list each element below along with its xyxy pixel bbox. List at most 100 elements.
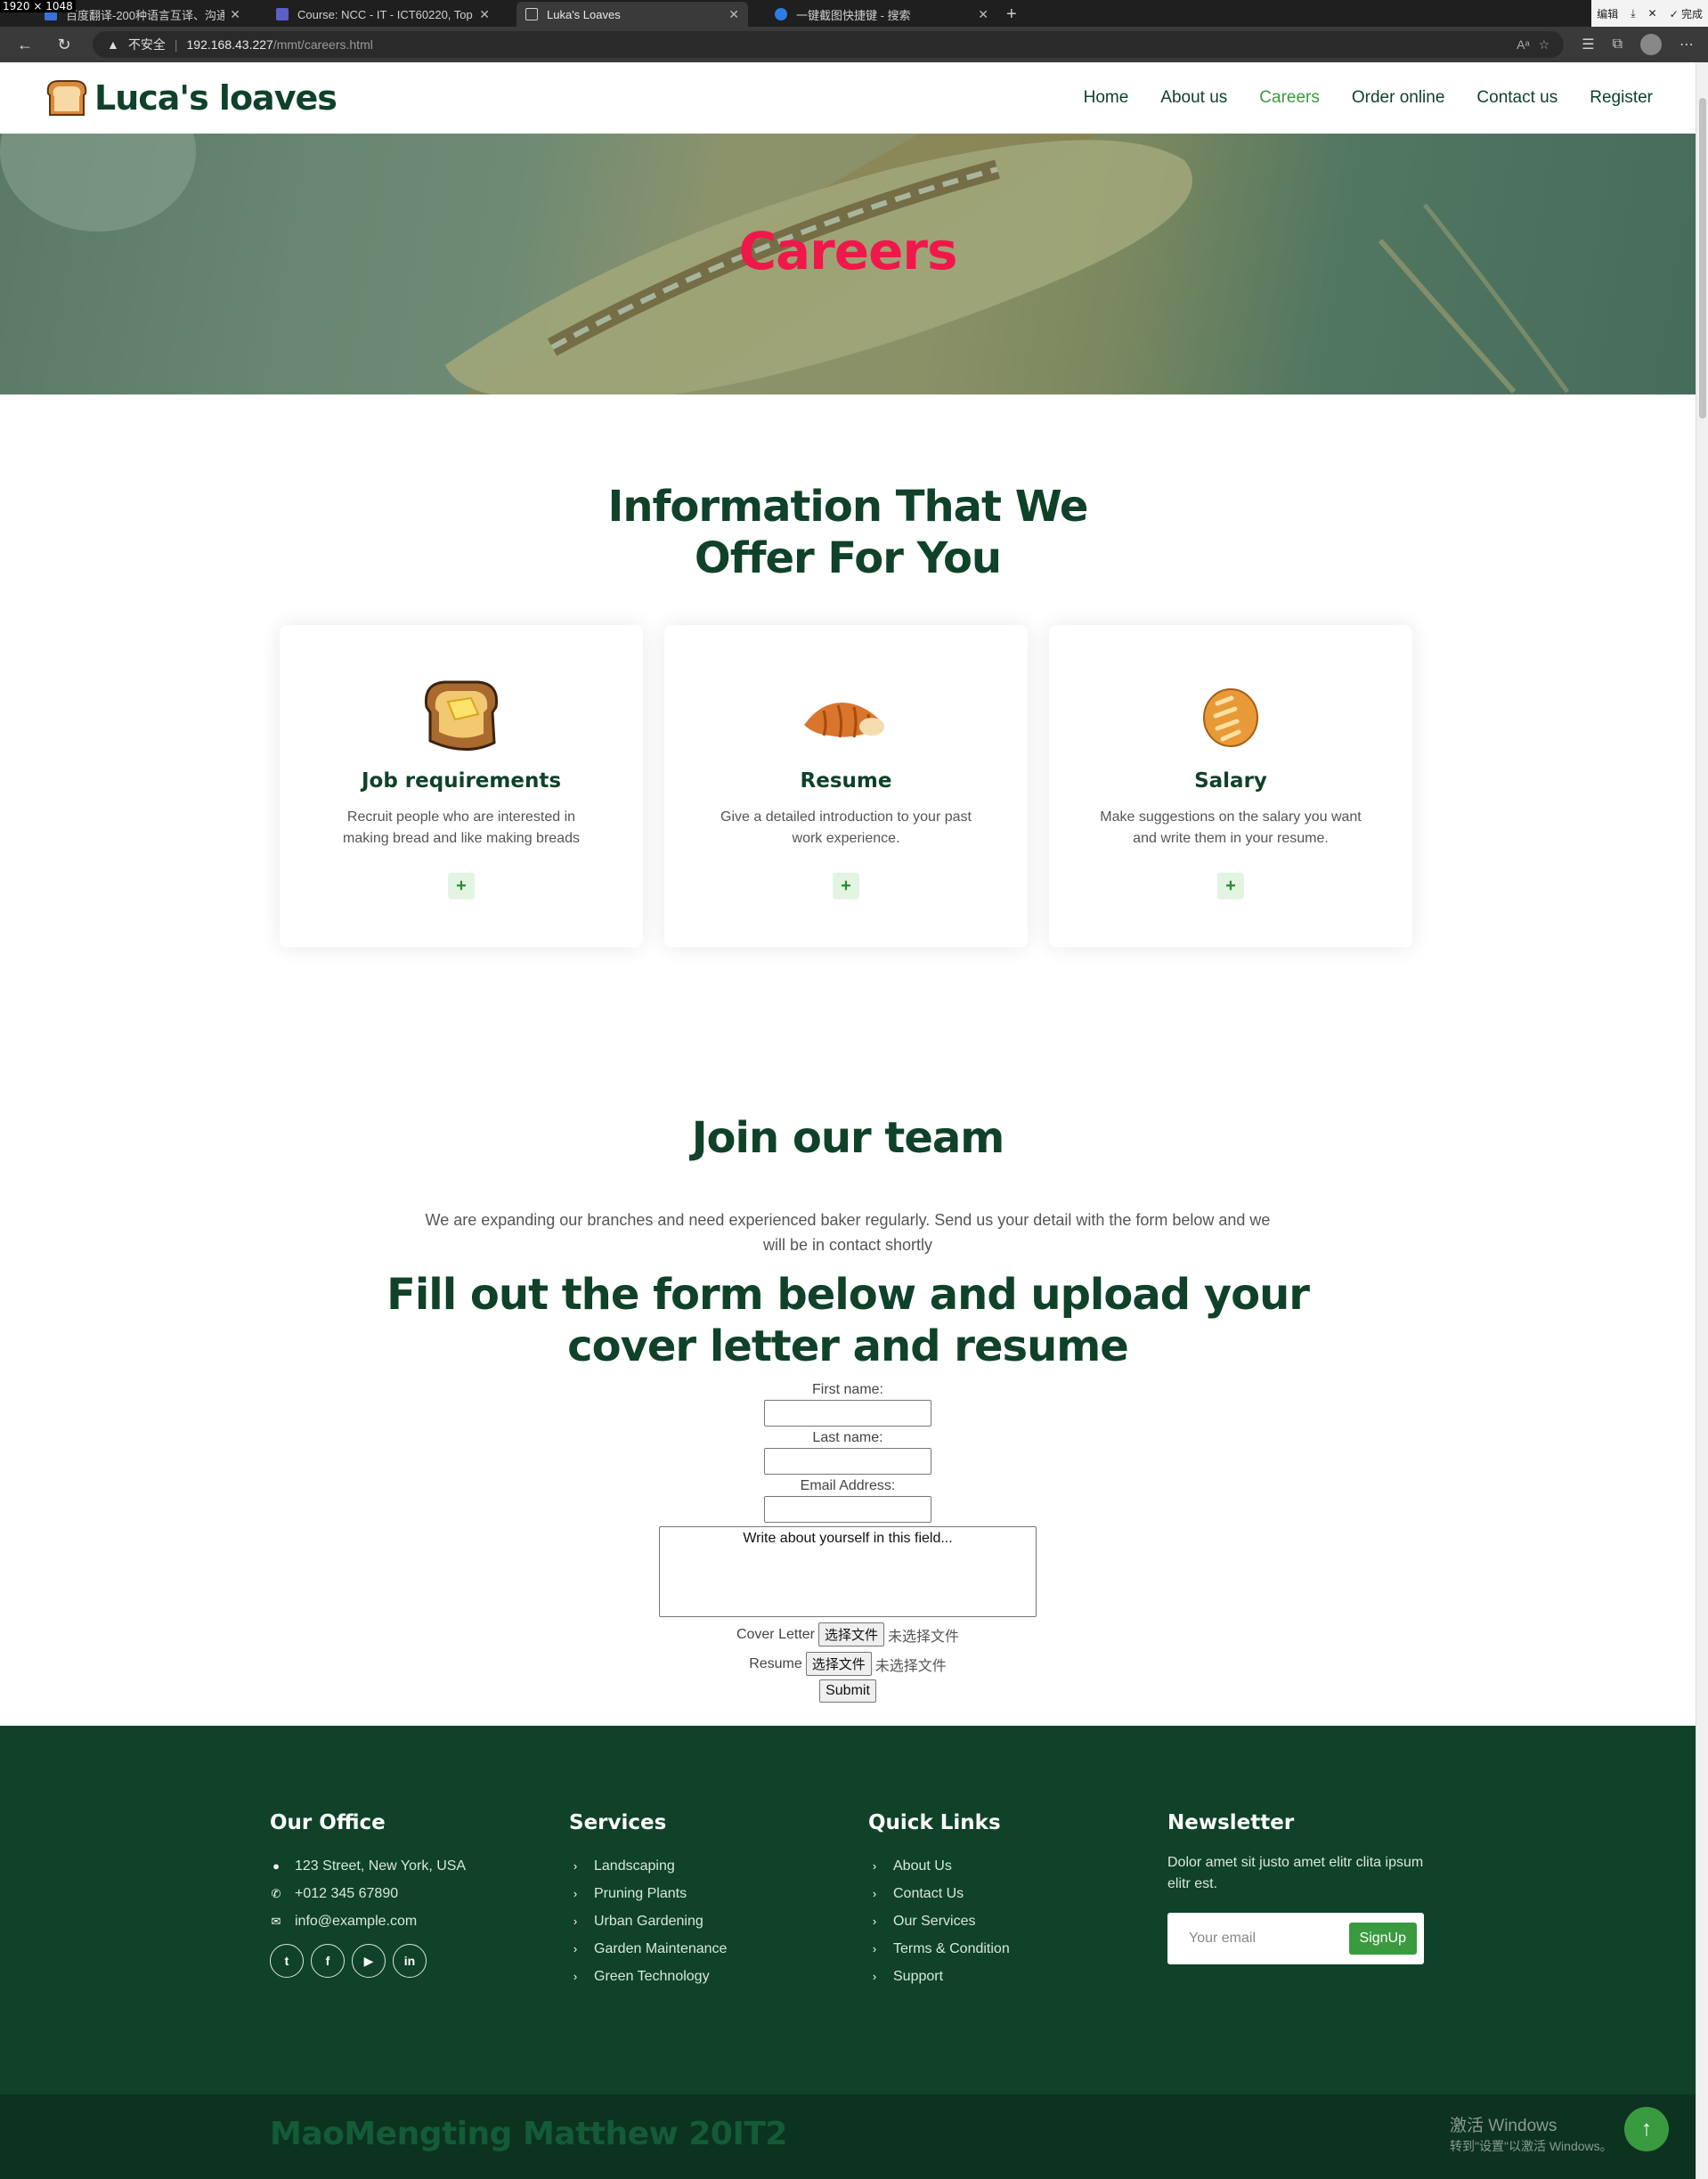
offer-heading-line-2: Offer For You <box>694 533 1002 583</box>
close-tab-icon[interactable]: ✕ <box>230 7 240 22</box>
profile-avatar-icon[interactable] <box>1640 34 1662 55</box>
reload-icon[interactable]: ↻ <box>53 36 75 54</box>
nav-register[interactable]: Register <box>1590 88 1653 108</box>
scrollbar-thumb[interactable] <box>1699 98 1706 419</box>
nav-about-us[interactable]: About us <box>1160 88 1227 108</box>
tab-title: Course: NCC - IT - ICT60220, Top <box>297 7 473 21</box>
nav-careers[interactable]: Careers <box>1259 88 1320 108</box>
expand-plus-button[interactable]: + <box>448 873 475 899</box>
new-tab-icon[interactable]: + <box>1006 2 1017 27</box>
resume-file-status: 未选择文件 <box>874 1658 947 1674</box>
nav-order-online[interactable]: Order online <box>1352 88 1445 108</box>
cover-letter-choose-file-button[interactable]: 选择文件 <box>818 1622 885 1646</box>
join-heading: Join our team <box>691 1113 1005 1163</box>
offer-heading: Information That We Offer For You <box>0 481 1696 584</box>
edit-button[interactable]: 编辑 <box>1597 6 1618 21</box>
collections-icon[interactable]: ⧉ <box>1613 37 1623 53</box>
phone-icon: ✆ <box>271 1887 281 1900</box>
back-icon[interactable]: ← <box>14 36 36 54</box>
nav-home[interactable]: Home <box>1084 88 1129 108</box>
favorites-icon[interactable]: ☰ <box>1582 36 1594 53</box>
facebook-icon[interactable]: f <box>311 1944 345 1978</box>
site-footer: Our Office ● 123 Street, New York, USA ✆ +… <box>0 1726 1696 2094</box>
chevron-right-icon: › <box>872 1942 877 1955</box>
done-button[interactable]: ✓ 完成 <box>1670 6 1703 21</box>
url-input[interactable]: ▲ 不安全 | 192.168.43.227/mmt/careers.html … <box>93 31 1565 58</box>
toast-icon <box>424 680 499 752</box>
more-menu-icon[interactable]: ⋯ <box>1680 36 1694 53</box>
footer-link[interactable]: › Green Technology <box>569 1963 727 1990</box>
chevron-right-icon: › <box>872 1887 877 1900</box>
footer-link[interactable]: › About Us <box>868 1852 1010 1880</box>
footer-link[interactable]: › Support <box>868 1963 1010 1990</box>
application-form: First name: Last name: Email Address: Wr… <box>0 1380 1696 1703</box>
resume-upload: Resume 选择文件 未选择文件 <box>749 1652 947 1676</box>
signup-button[interactable]: SignUp <box>1348 1923 1417 1955</box>
services-heading: Services <box>569 1811 667 1834</box>
download-icon[interactable]: ⤓ <box>1631 7 1635 20</box>
card-salary: Salary Make suggestions on the salary yo… <box>1049 625 1412 947</box>
resume-choose-file-button[interactable]: 选择文件 <box>805 1652 872 1676</box>
resume-label: Resume <box>749 1655 802 1671</box>
youtube-icon[interactable]: ▶ <box>352 1944 386 1978</box>
croissant-icon <box>804 703 884 738</box>
footer-link[interactable]: › Pruning Plants <box>569 1880 727 1907</box>
footer-link-label: Landscaping <box>594 1858 675 1874</box>
close-tab-icon[interactable]: ✕ <box>978 7 988 22</box>
screen-size-label: 1920 × 1048 <box>0 0 76 12</box>
search-favicon-icon <box>775 8 787 20</box>
footer-link[interactable]: › Urban Gardening <box>569 1907 727 1935</box>
office-phone: ✆ +012 345 67890 <box>270 1880 466 1907</box>
browser-tab-strip: 百度翻译-200种语言互译、沟通 ✕ Course: NCC - IT - IC… <box>0 0 1708 27</box>
url-host: 192.168.43.227 <box>186 37 273 52</box>
chevron-right-icon: › <box>573 1942 578 1955</box>
footer-link[interactable]: › Contact Us <box>868 1880 1010 1907</box>
office-heading: Our Office <box>270 1811 386 1834</box>
social-links: t f ▶ in <box>270 1944 466 1978</box>
email-input[interactable] <box>764 1496 931 1523</box>
watermark-line-2: 转到"设置"以激活 Windows。 <box>1450 2138 1613 2153</box>
browser-tab-lukas-loaves[interactable]: Luka's Loaves ✕ <box>516 2 748 27</box>
browser-tab-course[interactable]: Course: NCC - IT - ICT60220, Top ✕ <box>267 2 499 27</box>
footer-link[interactable]: › Garden Maintenance <box>569 1935 728 1963</box>
tab-title: 一键截图快捷键 - 搜索 <box>796 8 911 22</box>
footer-newsletter: Newsletter Dolor amet sit justo amet eli… <box>1167 1811 1426 1964</box>
footer-link[interactable]: › Our Services <box>868 1907 1010 1935</box>
back-to-top-button[interactable]: ↑ <box>1624 2107 1669 2151</box>
warning-icon: ▲ <box>107 37 119 52</box>
site-logo[interactable]: Luca's loaves <box>43 77 338 118</box>
hero-banner: Careers <box>0 134 1696 394</box>
about-yourself-textarea[interactable]: Write about yourself in this field... <box>659 1526 1037 1617</box>
favorite-star-icon[interactable]: ☆ <box>1539 37 1550 53</box>
card-text: Recruit people who are interested in mak… <box>343 809 580 846</box>
twitter-icon[interactable]: t <box>270 1944 304 1978</box>
linkedin-icon[interactable]: in <box>393 1944 427 1978</box>
first-name-input[interactable] <box>764 1400 931 1427</box>
submit-button[interactable]: Submit <box>819 1679 876 1703</box>
chevron-right-icon: › <box>573 1970 578 1983</box>
teams-favicon-icon <box>276 8 289 20</box>
browser-tab-search[interactable]: 一键截图快捷键 - 搜索 ✕ <box>766 2 997 27</box>
last-name-input[interactable] <box>764 1448 931 1475</box>
expand-plus-button[interactable]: + <box>833 873 859 899</box>
nav-contact-us[interactable]: Contact us <box>1476 88 1558 108</box>
tab-title: Luka's Loaves <box>547 7 621 21</box>
window-controls: 编辑 ⤓ ✕ ✓ 完成 <box>1591 0 1708 27</box>
expand-plus-button[interactable]: + <box>1217 873 1244 899</box>
newsletter-email-input[interactable]: Your email <box>1189 1931 1349 1947</box>
close-tab-icon[interactable]: ✕ <box>479 7 490 22</box>
arrow-up-icon: ↑ <box>1641 2117 1652 2141</box>
windows-activation-watermark: 激活 Windows 转到"设置"以激活 Windows。 <box>1450 2116 1613 2154</box>
footer-link[interactable]: › Landscaping <box>569 1852 727 1880</box>
tab-title: 百度翻译-200种语言互译、沟通 <box>66 8 225 22</box>
close-icon[interactable]: ✕ <box>1648 7 1657 20</box>
read-aloud-icon[interactable]: Aᵃ <box>1517 37 1530 52</box>
page-scrollbar[interactable] <box>1696 62 1708 2179</box>
site-logo-text: Luca's loaves <box>94 78 338 118</box>
author-credit: MaoMengting Matthew 20IT2 <box>270 2116 787 2152</box>
cover-letter-label: Cover Letter <box>736 1626 815 1642</box>
watermark-line-1: 激活 Windows <box>1450 2117 1558 2135</box>
email-label: Email Address: <box>800 1478 896 1493</box>
close-tab-icon[interactable]: ✕ <box>728 7 739 22</box>
footer-link[interactable]: › Terms & Condition <box>868 1935 1010 1963</box>
